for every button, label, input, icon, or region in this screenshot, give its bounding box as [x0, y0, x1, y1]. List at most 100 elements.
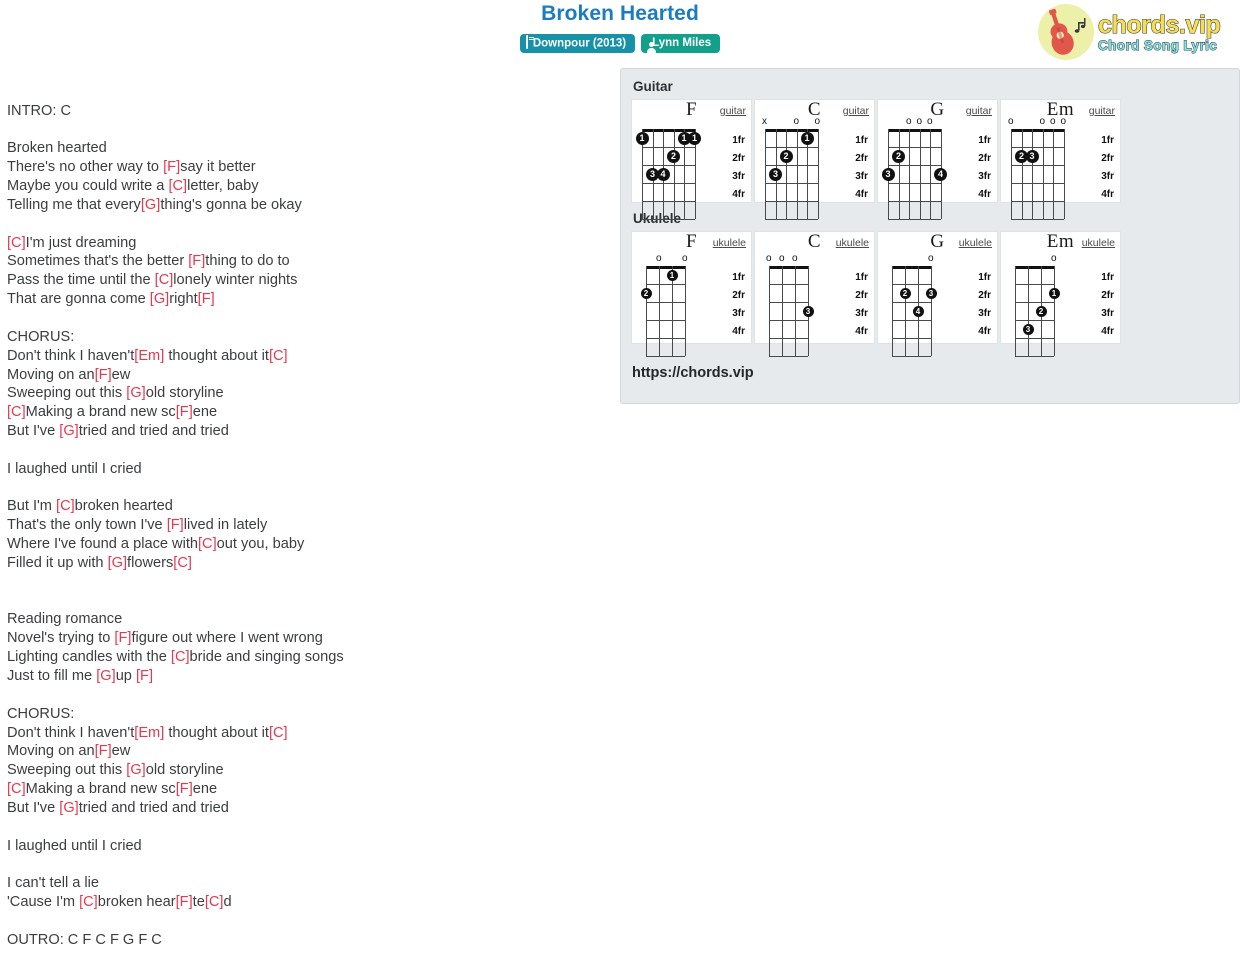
finger-dot: 4	[912, 305, 924, 317]
chord-card-guitar-g[interactable]: Gguitar o o o 2 3 4 1fr 2fr 3fr 4fr	[877, 99, 998, 220]
finger-dot: 1	[666, 269, 678, 281]
chord-marker: [C]	[204, 894, 224, 911]
open-string-marker: o	[766, 253, 772, 264]
lyric-text: Making a brand new sc	[25, 781, 176, 798]
string-line	[1032, 129, 1033, 219]
panel-site-url[interactable]: https://chords.vip	[632, 365, 754, 381]
string-line	[905, 266, 906, 356]
fret-line	[765, 219, 818, 220]
lyrics-line	[7, 215, 607, 234]
chord-card-guitar-f[interactable]: Fguitar 1 1 1 2 3 4 1fr 2fr 3fr 4fr	[631, 99, 752, 220]
lyrics-line: Novel's trying to [F]figure out where I …	[7, 629, 607, 648]
instrument-link[interactable]: ukulele	[713, 237, 746, 249]
fretboard: o 123	[1015, 254, 1060, 357]
nut	[646, 266, 685, 269]
fret-line	[1015, 338, 1054, 339]
fret-label: 1fr	[732, 135, 745, 146]
lyric-text: OUTRO: C F C F G F C	[7, 931, 162, 948]
chord-card-ukulele-c[interactable]: Cukulele o o o 3 1fr 2fr 3fr 4fr	[754, 231, 875, 357]
string-line	[817, 129, 819, 219]
lyrics-line: That are gonna come [G]right[F]	[7, 290, 607, 309]
artist-badge-label: Lynn Miles	[652, 37, 712, 49]
chord-card-ukulele-em[interactable]: Em ukulele o 1 2 3 1fr 2fr 3fr 4fr	[1000, 231, 1121, 357]
fretboard: x o o12 3	[762, 117, 820, 220]
finger-dot: 3	[802, 305, 814, 317]
nut	[1015, 266, 1054, 269]
fret-label: 2fr	[978, 153, 991, 164]
fret-line	[646, 320, 685, 321]
string-line	[769, 266, 770, 356]
fret-line	[888, 147, 941, 148]
open-string-marker: o	[1060, 116, 1067, 127]
logo-text: chords.vip Chord Song Lyric	[1097, 11, 1221, 53]
instrument-link[interactable]: ukulele	[959, 237, 992, 249]
lyric-text: Reading romance	[7, 611, 123, 628]
lyric-text: bride and singing songs	[189, 649, 344, 666]
chord-card-ukulele-f[interactable]: Fukulele o o 1 2 1fr 2fr 3fr 4fr	[631, 231, 752, 357]
lyrics-line: But I'm [C]broken hearted	[7, 497, 607, 516]
artist-badge[interactable]: Lynn Miles	[641, 34, 721, 53]
lyric-text: Where I've found a place with	[7, 536, 198, 553]
chord-card-guitar-em[interactable]: Em guitar o o o o 2 3 1fr 2fr 3fr 4fr	[1000, 99, 1121, 220]
open-string-marker: o	[927, 116, 933, 127]
finger-dot: 1	[688, 131, 701, 145]
fret-line	[1011, 183, 1064, 184]
fretboard: oooo23	[1008, 117, 1066, 220]
fret-label: 3fr	[855, 171, 868, 182]
lyrics-line: Moving on an[F]ew	[7, 742, 607, 761]
lyric-text: up	[115, 668, 136, 684]
instrument-link[interactable]: guitar	[966, 105, 992, 117]
chord-card-ukulele-g[interactable]: Gukulele o 2 3 4 1fr 2fr 3fr 4fr	[877, 231, 998, 357]
chord-marker: [C]	[7, 781, 26, 798]
finger-dot: 3	[1025, 149, 1039, 163]
fret-label: 2fr	[732, 290, 745, 301]
lyric-text: Don't think I haven't	[7, 347, 135, 364]
fret-label: 1fr	[855, 272, 868, 283]
guitar-chord-row: Fguitar 1 1 1 2 3 4 1fr 2fr 3fr 4fr Cguitar x o o 1 2 3 1f…	[631, 99, 1229, 220]
fret-label: 2fr	[855, 290, 868, 301]
finger-dot: 2	[892, 149, 905, 163]
lyrics-line: 'Cause I'm [C]broken hear[F]te[C]d	[7, 893, 607, 912]
chord-marker: [F]	[94, 743, 112, 760]
fret-label: 2fr	[1101, 290, 1114, 301]
fret-label: 1fr	[855, 135, 868, 146]
logo-tagline: Chord Song Lyric	[1097, 37, 1218, 53]
lyric-text: INTRO: C	[7, 102, 72, 119]
instrument-link[interactable]: guitar	[1089, 105, 1115, 117]
fret-label: 3fr	[978, 171, 991, 182]
string-line	[659, 266, 660, 356]
lyric-text: Telling me that every	[7, 196, 141, 213]
finger-dot: 2	[779, 149, 793, 163]
finger-dot: 1	[635, 131, 649, 145]
lyrics-line: CHORUS:	[7, 705, 607, 724]
instrument-link[interactable]: guitar	[843, 105, 869, 117]
fret-line	[892, 338, 931, 339]
nut	[892, 266, 931, 269]
chord-marker: [F]	[197, 291, 215, 308]
lyrics-line: Where I've found a place with[C]out you,…	[7, 535, 607, 554]
lyric-text: But I've	[7, 799, 60, 816]
lyric-text: Lighting candles with the	[7, 649, 171, 666]
string-line	[892, 266, 893, 356]
lyric-text: Moving on an	[7, 743, 95, 760]
finger-dot: 2	[640, 287, 652, 299]
finger-dot: 3	[1022, 323, 1034, 335]
lyric-text: I laughed until I cried	[7, 460, 142, 477]
fret-line	[892, 320, 931, 321]
site-logo[interactable]: chords.vip Chord Song Lyric	[1038, 3, 1232, 61]
fret-label: 1fr	[1101, 272, 1114, 283]
instrument-link[interactable]: ukulele	[836, 237, 869, 249]
lyrics-line: But I've [G]tried and tried and tried	[7, 422, 607, 441]
fret-line	[765, 201, 818, 202]
lyrics-line: Sweeping out this [G]old storyline	[7, 761, 607, 780]
chord-marker: [G]	[96, 668, 116, 684]
fret-line	[888, 183, 941, 184]
chord-card-guitar-c[interactable]: Cguitar x o o 1 2 3 1fr 2fr 3fr 4fr	[754, 99, 875, 220]
lyrics-line: That's the only town I've [F]lived in la…	[7, 516, 607, 535]
instrument-link[interactable]: guitar	[720, 105, 746, 117]
instrument-link[interactable]: ukulele	[1082, 237, 1115, 249]
album-badge[interactable]: Downpour (2013)	[519, 34, 636, 53]
lyric-text: tried and tried and tried	[78, 799, 229, 816]
string-line	[796, 129, 798, 219]
lyric-text: Broken hearted	[7, 140, 107, 157]
